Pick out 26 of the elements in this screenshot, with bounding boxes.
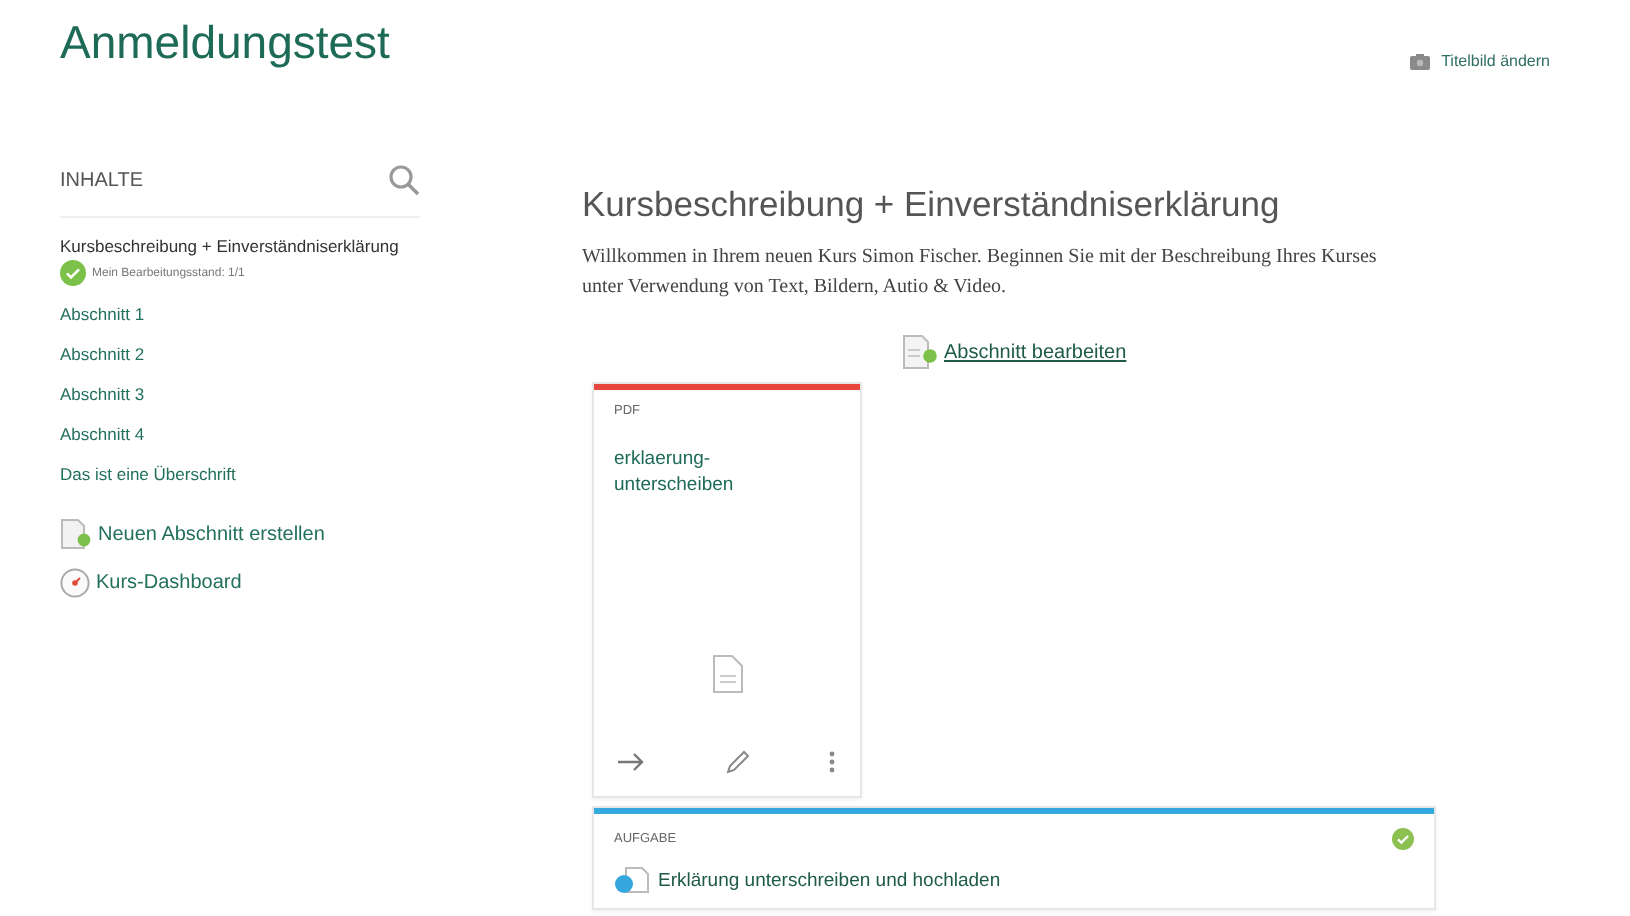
change-cover-link[interactable]: Titelbild ändern bbox=[1409, 52, 1550, 70]
gauge-icon bbox=[60, 568, 90, 598]
section-link[interactable]: Abschnitt 3 bbox=[60, 382, 420, 406]
edit-section-link[interactable]: Abschnitt bearbeiten bbox=[944, 341, 1127, 363]
search-icon[interactable] bbox=[388, 164, 420, 196]
sidebar-action-link[interactable]: Neuen Abschnitt erstellen bbox=[60, 518, 420, 550]
card-title: Erklärung unterschreiben und hochladen bbox=[658, 869, 1001, 891]
document-icon bbox=[711, 654, 743, 694]
section-link[interactable]: Abschnitt 1 bbox=[60, 302, 420, 326]
section-link[interactable]: Abschnitt 2 bbox=[60, 342, 420, 366]
task-document-icon bbox=[614, 866, 650, 894]
course-title: Anmeldungstest bbox=[60, 16, 390, 70]
sidebar-action-link[interactable]: Kurs-Dashboard bbox=[60, 568, 420, 598]
section-title: Kursbeschreibung + Einverständniserklärung bbox=[582, 184, 1282, 226]
more-icon[interactable] bbox=[828, 750, 836, 774]
document-plus-icon bbox=[60, 518, 92, 550]
section-link[interactable]: Abschnitt 4 bbox=[60, 422, 420, 446]
section-link[interactable]: Das ist eine Überschrift bbox=[60, 462, 420, 486]
card-title: erklaerung-unterscheiben bbox=[614, 446, 736, 498]
pencil-icon[interactable] bbox=[725, 750, 749, 774]
document-check-icon bbox=[902, 334, 938, 370]
section-link[interactable]: Kursbeschreibung + Einverständniserklärung bbox=[60, 234, 420, 258]
contents-heading: INHALTE bbox=[60, 169, 143, 191]
section-description: Willkommen in Ihrem neuen Kurs Simon Fischer. Beginnen Sie mit der Beschreibung Ihres Kurses unter Verwendung von Text, Bildern, Autio & Video. bbox=[582, 244, 1379, 302]
arrow-right-icon[interactable] bbox=[618, 752, 646, 772]
camera-icon bbox=[1409, 53, 1430, 69]
